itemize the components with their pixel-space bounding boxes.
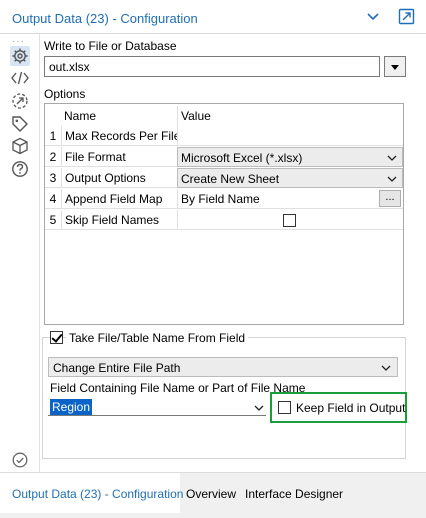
options-grid: Name Value 1 Max Records Per File 2 File… — [44, 103, 404, 325]
take-name-checkbox[interactable] — [50, 331, 63, 344]
field-containing-label: Field Containing File Name or Part of Fi… — [50, 381, 306, 395]
options-header-row: Name Value — [45, 106, 403, 126]
tab-overview[interactable]: Overview — [186, 473, 236, 513]
take-name-label: Take File/Table Name From Field — [66, 331, 249, 345]
field-name-value: Region — [50, 399, 93, 415]
option-row-append-field-map[interactable]: 4 Append Field Map By Field Name ... — [45, 189, 403, 209]
option-name: Append Field Map — [61, 189, 177, 209]
append-field-map-value: By Field Name — [177, 189, 403, 209]
tool-rail: ··· — [0, 34, 40, 472]
chevron-down-icon — [387, 155, 397, 161]
check-circle-icon[interactable] — [10, 450, 30, 470]
option-row-max-records[interactable]: 1 Max Records Per File — [45, 126, 403, 146]
row-number: 1 — [49, 129, 57, 143]
tab-configuration[interactable]: Output Data (23) - Configuration — [0, 473, 183, 513]
keep-field-highlight: Keep Field in Output — [270, 392, 407, 423]
file-path-mode-value: Change Entire File Path — [53, 361, 181, 375]
header-value: Value — [177, 106, 403, 126]
tab-interface-designer[interactable]: Interface Designer — [245, 473, 343, 513]
chevron-down-icon[interactable] — [366, 10, 380, 24]
skip-field-names-checkbox[interactable] — [283, 214, 296, 227]
header-name: Name — [64, 109, 97, 123]
output-options-select[interactable]: Create New Sheet — [177, 168, 403, 188]
file-format-value: Microsoft Excel (*.xlsx) — [181, 151, 303, 165]
option-name: File Format — [61, 147, 177, 167]
chevron-down-icon — [381, 365, 391, 371]
cube-icon[interactable] — [10, 136, 30, 156]
option-row-output-options[interactable]: 3 Output Options Create New Sheet — [45, 168, 403, 188]
row-number: 3 — [49, 171, 57, 185]
help-icon[interactable] — [10, 159, 30, 179]
annotation-icon[interactable] — [10, 91, 30, 111]
popout-icon[interactable] — [398, 8, 415, 25]
code-icon[interactable] — [10, 68, 30, 88]
window-title: Output Data (23) - Configuration — [12, 11, 198, 26]
max-records-input[interactable] — [177, 126, 403, 146]
row-number: 2 — [49, 150, 57, 164]
config-header: Output Data (23) - Configuration — [0, 0, 426, 34]
row-number: 4 — [49, 192, 57, 206]
output-file-input[interactable]: out.xlsx — [44, 56, 380, 77]
chevron-down-icon — [387, 176, 397, 182]
write-to-label: Write to File or Database — [44, 39, 177, 53]
append-field-map-button[interactable]: ... — [379, 190, 401, 207]
row-number: 5 — [49, 213, 57, 227]
option-name: Output Options — [61, 168, 177, 188]
gear-icon[interactable] — [10, 46, 30, 66]
chevron-down-icon — [254, 405, 264, 411]
output-options-value: Create New Sheet — [181, 172, 280, 186]
file-path-mode-select[interactable]: Change Entire File Path — [48, 357, 398, 377]
option-row-file-format[interactable]: 2 File Format Microsoft Excel (*.xlsx) — [45, 147, 403, 167]
output-file-dropdown-button[interactable] — [384, 56, 406, 77]
options-label: Options — [44, 87, 86, 101]
header-num — [45, 106, 61, 126]
tag-icon[interactable] — [10, 114, 30, 134]
field-name-select[interactable]: Region — [48, 398, 266, 416]
keep-field-checkbox[interactable] — [278, 401, 291, 414]
file-format-select[interactable]: Microsoft Excel (*.xlsx) — [177, 147, 403, 167]
option-name: Skip Field Names — [61, 210, 177, 230]
panel-tabs: Output Data (23) - Configuration Overvie… — [0, 472, 426, 518]
keep-field-label: Keep Field in Output — [296, 401, 406, 415]
option-row-skip-field-names[interactable]: 5 Skip Field Names — [45, 210, 403, 230]
option-name: Max Records Per File — [61, 126, 177, 146]
